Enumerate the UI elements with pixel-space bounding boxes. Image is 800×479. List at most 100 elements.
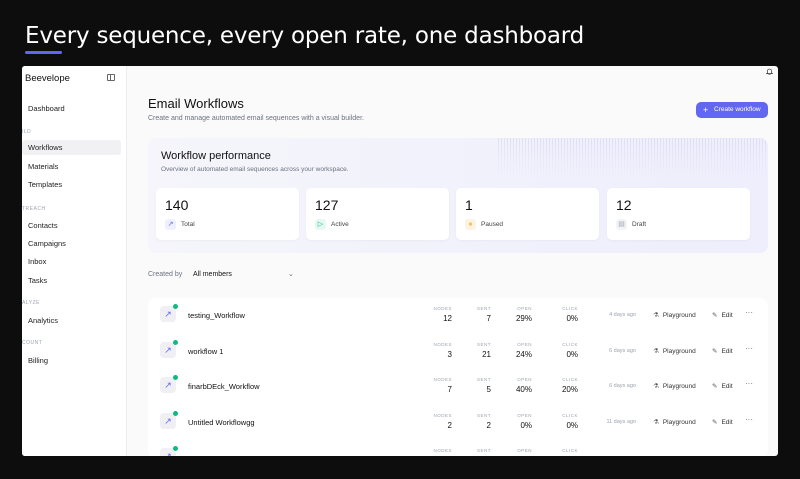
document-icon: ▤ <box>616 219 627 230</box>
sidebar-item-dashboard[interactable]: Dashboard <box>22 101 121 116</box>
playground-label: Playground <box>662 348 696 355</box>
playground-button[interactable]: ⚗ Playground <box>653 382 696 390</box>
metric-value: 2 <box>447 421 452 430</box>
stat-value: 127 <box>315 197 339 213</box>
edit-button[interactable]: ✎ Edit <box>712 418 733 426</box>
page-title: Email Workflows <box>148 96 244 111</box>
headline-underline <box>25 51 62 54</box>
workflow-name[interactable]: finarbDEck_Workflow <box>188 382 260 391</box>
metric-nodes: NODES <box>418 448 452 453</box>
performance-card: Workflow performance Overview of automat… <box>148 138 768 253</box>
metric-header: SENT <box>476 448 491 453</box>
sidebar-item-analytics[interactable]: Analytics <box>22 313 121 328</box>
metric-sent: SENT 5 <box>457 377 491 394</box>
stat-value: 1 <box>465 197 473 213</box>
sidebar-item-templates[interactable]: Templates <box>22 177 121 192</box>
sidebar-item-inbox[interactable]: Inbox <box>22 254 121 269</box>
metric-header: SENT <box>476 306 491 311</box>
metric-value: 12 <box>443 314 452 323</box>
workflow-row[interactable]: ↗ testing_Workflow NODES 12 SENT 7 OPEN 29%… <box>148 298 768 333</box>
stat-value: 12 <box>616 197 632 213</box>
sidebar-item-materials[interactable]: Materials <box>22 159 121 174</box>
workflow-time: 4 days ago <box>609 312 636 318</box>
active-status-dot <box>173 340 178 345</box>
sidebar-item-workflows[interactable]: Workflows <box>22 140 121 155</box>
edit-button[interactable]: ✎ Edit <box>712 382 733 390</box>
metric-header: CLICK <box>562 413 578 418</box>
metric-value: 2 <box>486 421 491 430</box>
create-workflow-button[interactable]: + Create workflow <box>696 102 768 118</box>
metric-header: OPEN <box>517 377 532 382</box>
more-icon[interactable]: ··· <box>745 415 753 424</box>
created-by-select[interactable]: All members <box>193 271 232 278</box>
workflow-name[interactable]: workflow 1 <box>188 347 223 356</box>
metric-value: 21 <box>482 350 491 359</box>
flask-icon: ⚗ <box>653 348 659 355</box>
pencil-icon: ✎ <box>712 383 718 390</box>
more-icon[interactable]: ··· <box>745 344 753 353</box>
workflow-row[interactable]: ↗ Untitled Workflowgg NODES 2 SENT 2 OPEN 0… <box>148 405 768 440</box>
playground-button[interactable]: ⚗ Playground <box>653 418 696 426</box>
page-subtitle: Create and manage automated email sequen… <box>148 115 364 122</box>
workflow-time: 11 days ago <box>606 419 636 425</box>
metric-nodes: NODES 3 <box>418 342 452 359</box>
sidebar-item-tasks[interactable]: Tasks <box>22 273 121 288</box>
metric-header: NODES <box>433 448 452 453</box>
edit-label: Edit <box>721 419 733 426</box>
metric-nodes: NODES 7 <box>418 377 452 394</box>
create-workflow-label: Create workflow <box>714 106 761 113</box>
sidebar-item-campaigns[interactable]: Campaigns <box>22 236 121 251</box>
playground-button[interactable]: ⚗ Playground <box>653 347 696 355</box>
metric-value: 5 <box>486 385 491 394</box>
sidebar-toggle-icon[interactable] <box>107 74 115 81</box>
metric-header: SENT <box>476 413 491 418</box>
metric-value: 20% <box>561 385 578 394</box>
metric-click: CLICK <box>544 448 578 453</box>
playground-label: Playground <box>662 312 696 319</box>
app-window: Beevelope Dashboard ILD Workflows Materi… <box>22 66 778 456</box>
workflow-time: 6 days ago <box>609 383 636 389</box>
metric-header: CLICK <box>562 448 578 453</box>
metric-value: 29% <box>515 314 532 323</box>
sidebar-item-contacts[interactable]: Contacts <box>22 218 121 233</box>
stat-label: Total <box>181 221 195 228</box>
more-icon[interactable]: ··· <box>745 308 753 317</box>
metric-value: 7 <box>486 314 491 323</box>
stat-card-active: 127 ▷ Active <box>306 188 449 240</box>
metric-header: SENT <box>476 342 491 347</box>
playground-button[interactable]: ⚗ Playground <box>653 311 696 319</box>
metric-value: 0% <box>566 350 578 359</box>
trend-icon: ↗ <box>165 219 176 230</box>
stat-card-paused: 1 ⏸ Paused <box>456 188 599 240</box>
chevron-down-icon[interactable]: ⌄ <box>288 270 294 278</box>
metric-nodes: NODES 12 <box>418 306 452 323</box>
metric-open: OPEN 24% <box>498 342 532 359</box>
edit-label: Edit <box>721 383 733 390</box>
sidebar-section-build: ILD <box>22 129 32 135</box>
workflow-row[interactable]: ↗ finarbDEck_Workflow NODES 7 SENT 5 OPEN 4… <box>148 369 768 404</box>
sidebar: Beevelope Dashboard ILD Workflows Materi… <box>22 66 127 456</box>
workflow-row-partial[interactable]: ↗ NODES SENT OPEN CLICK <box>148 440 768 456</box>
sidebar-item-billing[interactable]: Billing <box>22 353 121 368</box>
metric-header: CLICK <box>562 377 578 382</box>
workflow-name[interactable]: Untitled Workflowgg <box>188 418 255 427</box>
metric-open: OPEN 29% <box>498 306 532 323</box>
metric-header: CLICK <box>562 342 578 347</box>
flask-icon: ⚗ <box>653 312 659 319</box>
more-icon[interactable]: ··· <box>745 379 753 388</box>
edit-label: Edit <box>721 312 733 319</box>
main-content: Email Workflows Create and manage automa… <box>127 66 778 456</box>
workflow-row[interactable]: ↗ workflow 1 NODES 3 SENT 21 OPEN 24% CLICK… <box>148 334 768 369</box>
edit-button[interactable]: ✎ Edit <box>712 311 733 319</box>
bell-icon[interactable] <box>766 68 773 75</box>
metric-header: OPEN <box>517 413 532 418</box>
active-status-dot <box>173 304 178 309</box>
headline: Every sequence, every open rate, one das… <box>25 23 585 49</box>
workflow-time: 6 days ago <box>609 348 636 354</box>
edit-button[interactable]: ✎ Edit <box>712 347 733 355</box>
metric-header: CLICK <box>562 306 578 311</box>
pencil-icon: ✎ <box>712 348 718 355</box>
workflow-name[interactable]: testing_Workflow <box>188 311 245 320</box>
metric-open: OPEN 0% <box>498 413 532 430</box>
plus-icon: + <box>703 105 709 115</box>
